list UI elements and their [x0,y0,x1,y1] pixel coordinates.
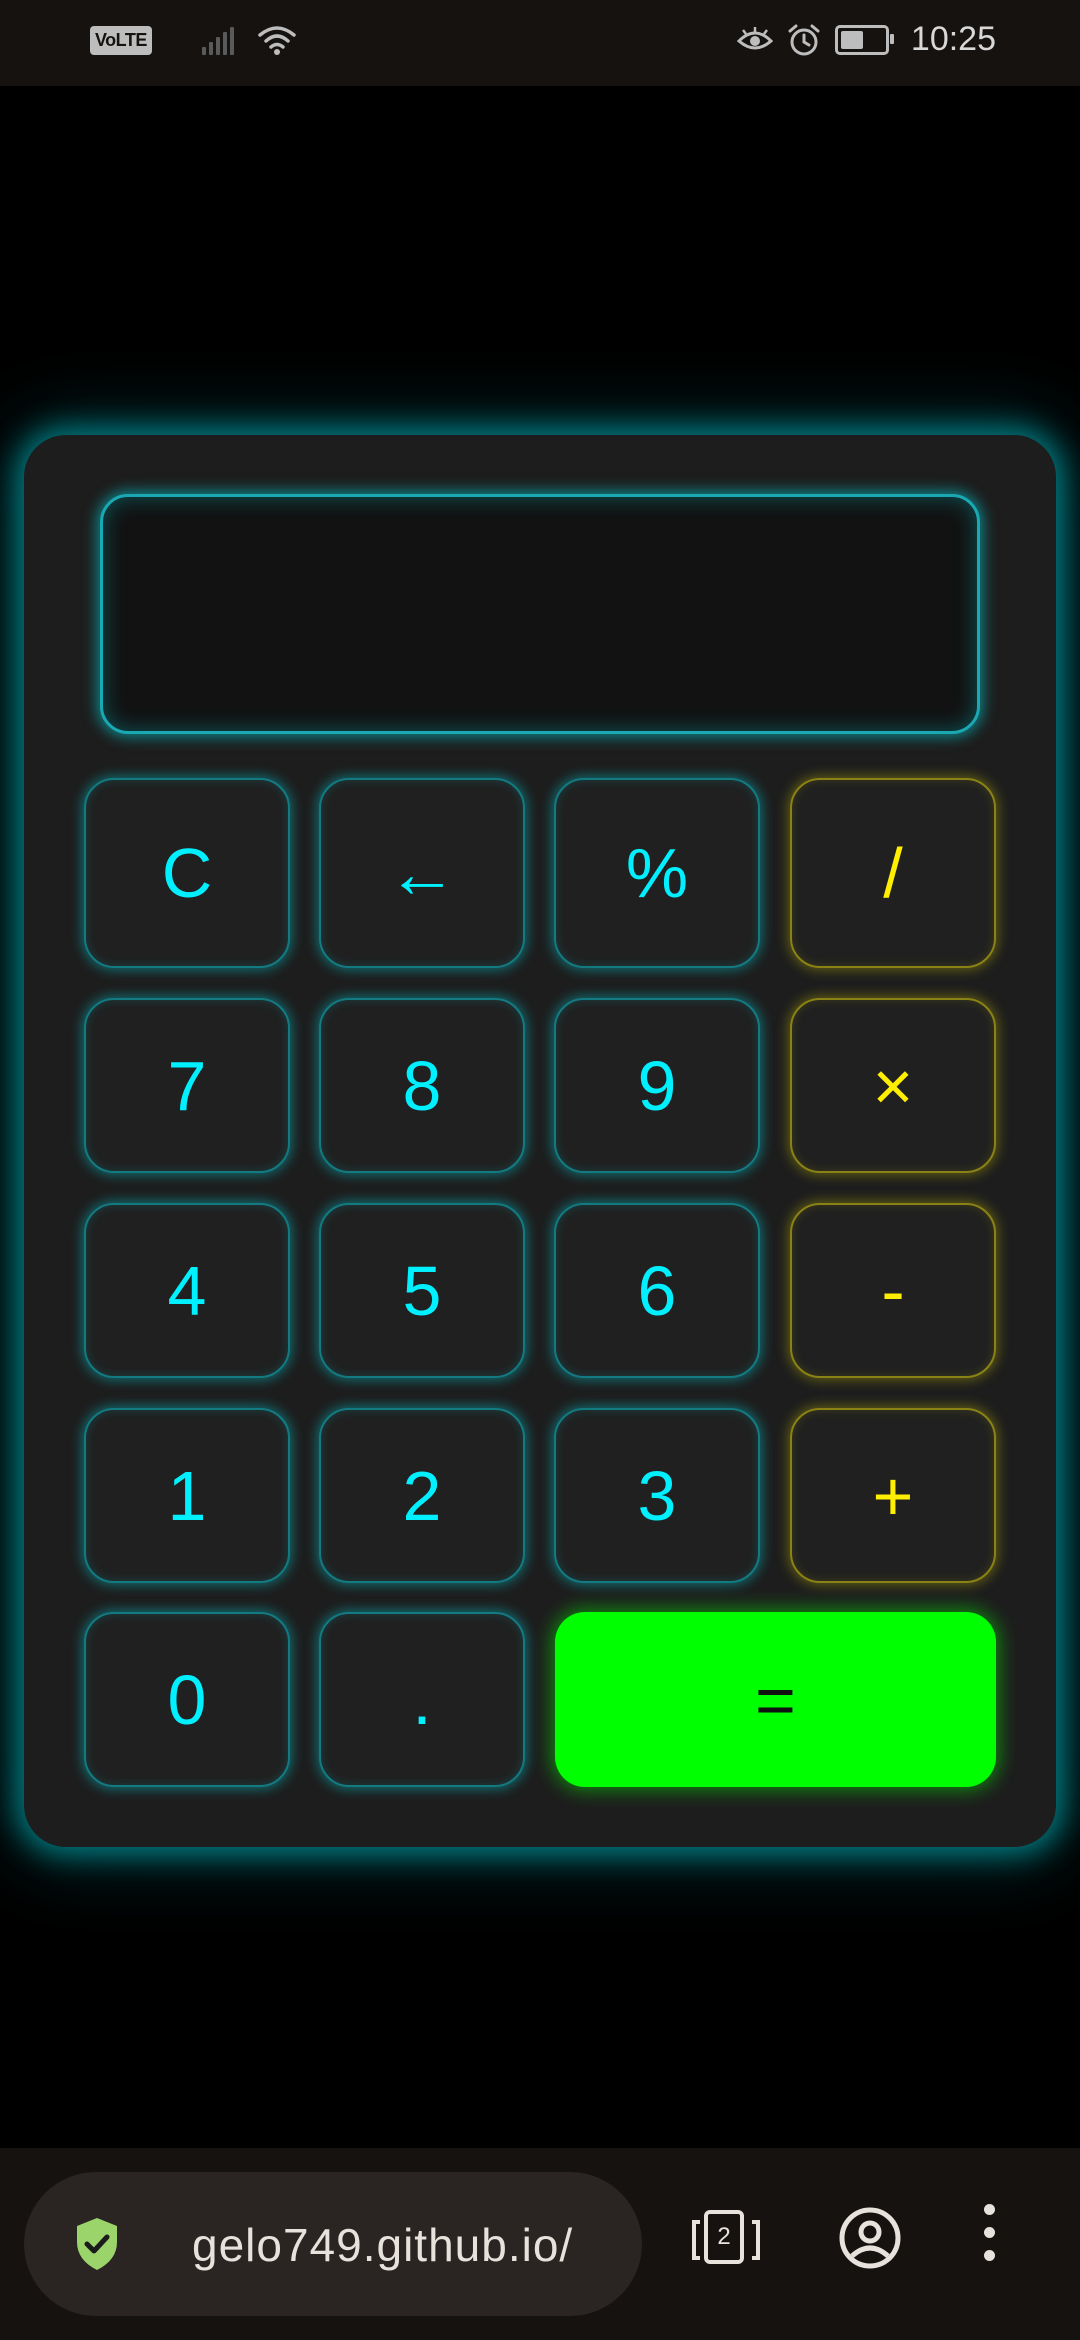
digit-8-button[interactable]: 8 [319,998,525,1173]
status-time: 10:25 [910,20,996,58]
tab-count: 2 [704,2210,744,2264]
digit-3-button[interactable]: 3 [554,1408,760,1583]
digit-4-button[interactable]: 4 [84,1203,290,1378]
account-icon[interactable] [838,2206,902,2270]
digit-9-button[interactable]: 9 [554,998,760,1173]
digit-2-button[interactable]: 2 [319,1408,525,1583]
calculator-display [100,494,980,734]
digit-6-button[interactable]: 6 [554,1203,760,1378]
wifi-icon [258,26,296,55]
status-bar: VoLTE 10:25 [0,0,1080,86]
minus-button[interactable]: - [790,1203,996,1378]
volte-icon: VoLTE [90,25,152,55]
clear-button[interactable]: C [84,778,290,968]
status-left: VoLTE [90,24,296,56]
digit-1-button[interactable]: 1 [84,1408,290,1583]
shield-check-icon [77,2218,117,2270]
digit-7-button[interactable]: 7 [84,998,290,1173]
plus-button[interactable]: + [790,1408,996,1583]
alarm-icon [788,24,820,55]
percent-button[interactable]: % [554,778,760,968]
url-text: gelo749.github.io/ [192,2218,612,2272]
browser-bottom-bar: gelo749.github.io/ 2 [0,2148,1080,2340]
multiply-button[interactable]: × [790,998,996,1173]
backspace-button[interactable]: ← [319,778,525,968]
decimal-button[interactable]: . [319,1612,525,1787]
battery-icon [834,24,894,55]
tabs-button[interactable]: 2 [690,2204,762,2276]
equals-button[interactable]: = [555,1612,996,1787]
url-bar[interactable]: gelo749.github.io/ [24,2172,642,2316]
status-right: 10:25 [736,20,996,59]
digit-5-button[interactable]: 5 [319,1203,525,1378]
more-vert-icon[interactable] [984,2204,995,2261]
eye-icon [736,26,773,49]
digit-0-button[interactable]: 0 [84,1612,290,1787]
signal-icon [201,25,234,55]
divide-button[interactable]: / [790,778,996,968]
